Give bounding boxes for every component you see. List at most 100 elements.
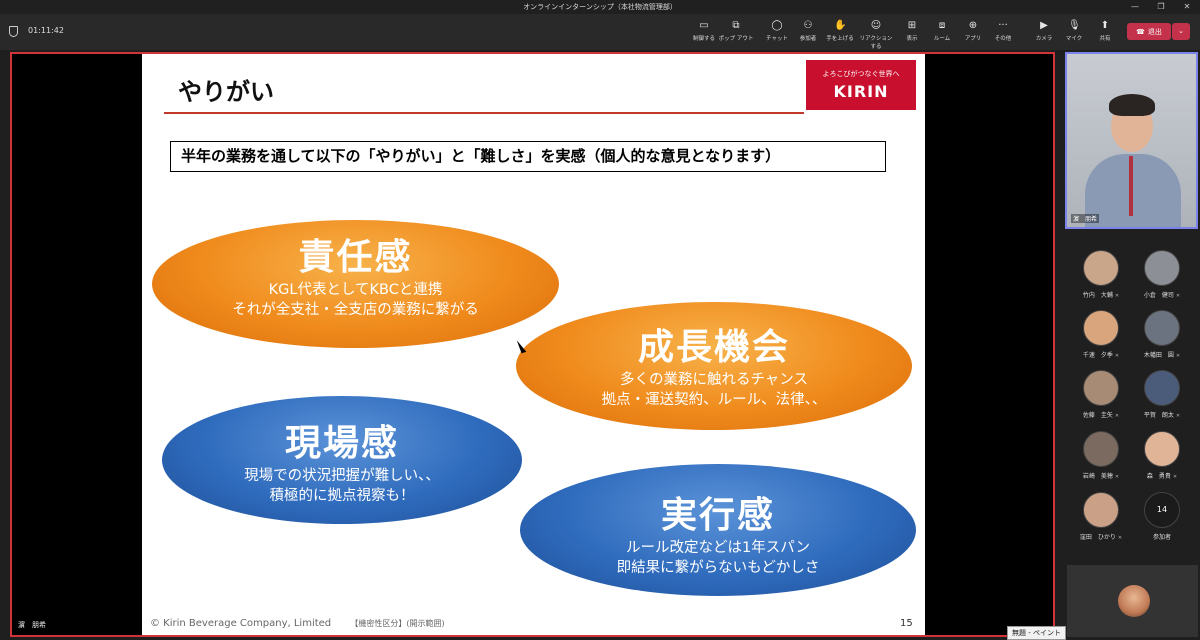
oval-field: 現場感 現場での状況把握が難しい、、 積極的に拠点視察も！	[162, 396, 522, 524]
popout-label: ポップ アウト	[718, 36, 754, 42]
participant-tile[interactable]: 森 勇貴 ✕	[1132, 431, 1192, 480]
participant-name: 窪田 ひかり	[1079, 534, 1116, 541]
participant-tile[interactable]: 窪田 ひかり ✕	[1071, 492, 1131, 541]
share-button[interactable]: ⬆ 共有	[1087, 20, 1123, 42]
mic-muted-icon: ✕	[1175, 353, 1181, 359]
person-body	[1085, 154, 1181, 227]
camera-icon: ▶	[1040, 20, 1048, 31]
window-title: オンラインインターンシップ（本社物流管理部）	[523, 3, 677, 11]
participant-tile[interactable]: 千速 夕季 ✕	[1071, 310, 1131, 359]
react-button[interactable]: ☺ リアクションする	[858, 20, 894, 50]
person-hair	[1109, 94, 1155, 116]
participants-button[interactable]: ⚇ 参加者	[790, 20, 826, 42]
oval-line: 多くの業務に触れるチャンス	[619, 372, 809, 388]
self-video-tile[interactable]: 濵 朋希	[1065, 52, 1198, 229]
slide-page-number: 15	[900, 618, 913, 629]
people-icon: ⚇	[803, 20, 813, 31]
participant-tile[interactable]: 平賀 朗太 ✕	[1132, 370, 1192, 419]
participant-tile[interactable]: 竹内 大輔 ✕	[1071, 250, 1131, 299]
more-participants-button[interactable]: 14 参加者	[1132, 492, 1192, 541]
avatar	[1083, 250, 1119, 286]
more-participants-count: 14	[1144, 492, 1180, 528]
avatar	[1083, 492, 1119, 528]
apps-label: アプリ	[964, 36, 982, 42]
oval-title: 成長機会	[637, 327, 790, 368]
avatar	[1118, 585, 1150, 617]
slide-subtitle: 半年の業務を通して以下の「やりがい」と「難しさ」を実感（個人的な意見となります）	[170, 141, 886, 172]
bottom-video-tile[interactable]	[1067, 565, 1198, 637]
title-divider	[164, 112, 804, 114]
participant-tile[interactable]: 佐藤 圭矢 ✕	[1071, 370, 1131, 419]
mic-muted-icon: ✕	[1114, 293, 1120, 299]
rooms-icon: ⧈	[938, 20, 946, 31]
oval-line: ルール改定などは1年スパン	[626, 540, 810, 556]
take-control-label: 制御する	[692, 36, 715, 42]
popout-icon: ⧉	[732, 20, 740, 31]
participant-tile[interactable]: 木幡田 圓 ✕	[1132, 310, 1192, 359]
oval-execution: 実行感 ルール改定などは1年スパン 即結果に繋がらないもどかしさ	[520, 464, 916, 596]
logo-name: KIRIN	[833, 82, 889, 101]
mic-muted-icon: ✕	[1114, 353, 1120, 359]
raise-hand-button[interactable]: ✋ 手を上げる	[822, 20, 858, 42]
avatar	[1083, 431, 1119, 467]
slide-footer: © Kirin Beverage Company, Limited 【機密性区分…	[150, 618, 445, 629]
hand-icon: ✋	[834, 20, 847, 31]
participant-name: 木幡田 圓	[1143, 352, 1174, 359]
smiley-icon: ☺	[870, 20, 882, 31]
microphone-icon: 🎙	[1068, 20, 1081, 31]
avatar	[1144, 310, 1180, 346]
participant-name: 森 勇貴	[1146, 473, 1171, 480]
avatar	[1144, 250, 1180, 286]
oval-title: 責任感	[298, 237, 413, 278]
react-label: リアクションする	[859, 36, 893, 50]
restore-button[interactable]: ❐	[1148, 0, 1174, 14]
chat-icon: ◯	[771, 20, 783, 31]
classification-text: 【機密性区分】(開示範囲)	[350, 619, 445, 628]
self-video-name: 濵 朋希	[1071, 214, 1100, 223]
camera-label: カメラ	[1035, 36, 1053, 42]
presenter-name: 濵 朋希	[18, 621, 46, 629]
participant-name: 平賀 朗太	[1143, 412, 1174, 419]
oval-line: 拠点・運送契約、ルール、法律、、	[601, 392, 827, 408]
lanyard	[1129, 156, 1133, 216]
take-control-button[interactable]: ▭ 制御する	[686, 20, 722, 42]
participant-name: 岩崎 美穂	[1082, 473, 1113, 480]
mic-muted-icon: ✕	[1175, 293, 1181, 299]
avatar	[1083, 370, 1119, 406]
leave-button[interactable]: ☎ 退出	[1127, 23, 1171, 40]
participant-name: 竹内 大輔	[1082, 292, 1113, 299]
close-button[interactable]: ✕	[1174, 0, 1200, 14]
participants-label: 参加者	[799, 36, 817, 42]
participant-tile[interactable]: 岩崎 美穂 ✕	[1071, 431, 1131, 480]
shield-icon	[9, 26, 18, 37]
meeting-toolbar: 01:11:42 ▭ 制御する ⧉ ポップ アウト ◯ チャット ⚇ 参加者 ✋ 手を上げ…	[0, 14, 1200, 50]
oval-growth: 成長機会 多くの業務に触れるチャンス 拠点・運送契約、ルール、法律、、	[516, 302, 912, 430]
popout-button[interactable]: ⧉ ポップ アウト	[718, 20, 754, 42]
window-controls: — ❐ ✕	[1122, 0, 1200, 14]
rooms-label: ルーム	[933, 36, 951, 42]
mic-muted-icon: ✕	[1172, 474, 1178, 480]
oval-responsibility: 責任感 KGL代表としてKBCと連携 それが全支社・全支店の業務に繋がる	[152, 220, 559, 348]
presentation-slide: やりがい よろこびがつなぐ世界へ KIRIN 半年の業務を通して以下の「やりがい…	[142, 54, 925, 635]
mic-muted-icon: ✕	[1175, 413, 1181, 419]
mic-muted-icon: ✕	[1114, 413, 1120, 419]
shared-screen: やりがい よろこびがつなぐ世界へ KIRIN 半年の業務を通して以下の「やりがい…	[10, 52, 1055, 637]
leave-dropdown-button[interactable]: ⌄	[1172, 23, 1190, 40]
oval-line: 現場での状況把握が難しい、、	[244, 468, 440, 484]
ellipsis-icon: ···	[998, 20, 1008, 31]
meeting-timer: 01:11:42	[28, 26, 64, 35]
mic-muted-icon: ✕	[1117, 535, 1123, 541]
taskbar-tooltip: 無題 - ペイント	[1007, 626, 1066, 640]
share-icon: ⬆	[1100, 20, 1110, 31]
slide-title: やりがい	[178, 78, 274, 106]
chat-label: チャット	[766, 36, 788, 42]
participant-name: 佐藤 圭矢	[1082, 412, 1113, 419]
participant-tile[interactable]: 小倉 健司 ✕	[1132, 250, 1192, 299]
mic-muted-icon: ✕	[1114, 474, 1120, 480]
share-label: 共有	[1099, 36, 1111, 42]
oval-line: それが全支社・全支店の業務に繋がる	[232, 302, 479, 318]
grid-icon: ⊞	[907, 20, 917, 31]
window-title-bar: オンラインインターンシップ（本社物流管理部） — ❐ ✕	[0, 0, 1200, 14]
minimize-button[interactable]: —	[1122, 0, 1148, 14]
more-button[interactable]: ··· その他	[985, 20, 1021, 42]
